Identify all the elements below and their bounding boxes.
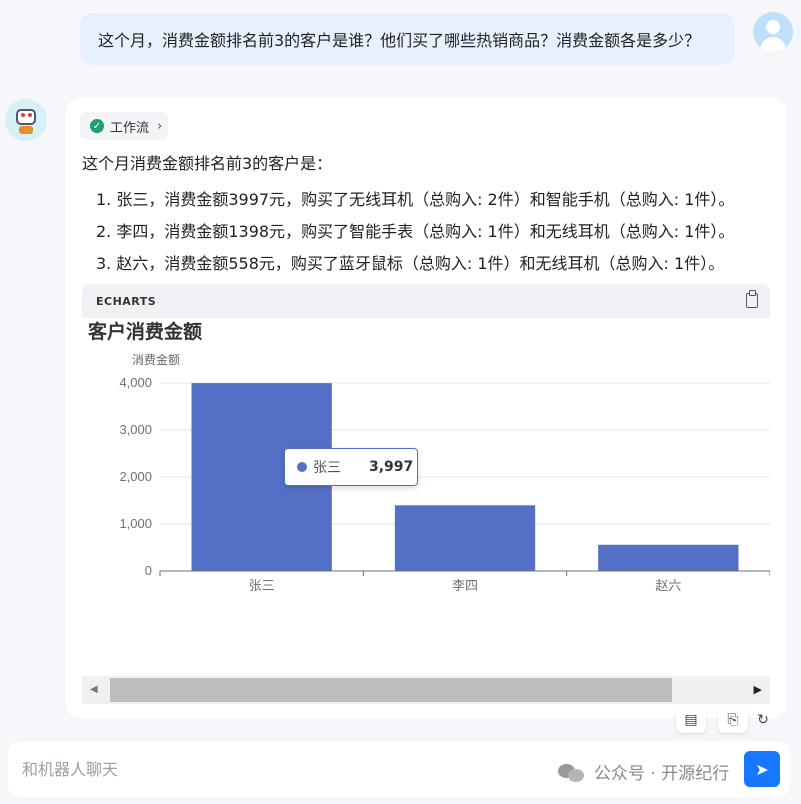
bar-chart: 客户消费金额 消费金额 01,0002,0003,0004,000 张三 李四 赵六	[88, 320, 770, 593]
watermark: 公众号 · 开源纪行	[558, 759, 729, 784]
watermark-text: 公众号 · 开源纪行	[594, 764, 730, 784]
user-message-bubble: 这个月，消费金额排名前3的客户是谁？他们买了哪些热销商品？消费金额各是多少？	[80, 13, 734, 65]
chart-title: 客户消费金额	[88, 320, 202, 343]
bar	[598, 544, 739, 571]
tooltip-value: 3,997	[369, 459, 414, 475]
send-icon: ➤	[755, 759, 769, 779]
chevron-right-icon: ›	[157, 118, 163, 134]
clipboard-icon[interactable]	[746, 290, 758, 308]
y-tick-label: 1,000	[119, 516, 152, 531]
echarts-label: ECHARTS	[96, 294, 157, 308]
bot-message-card: ✓ 工作流 › 这个月消费金额排名前3的客户是： 1. 张三，消费金额3997元…	[66, 98, 786, 718]
horizontal-scrollbar[interactable]: ◀ ▶	[82, 676, 770, 704]
copy-icon[interactable]: ⎘	[718, 707, 748, 733]
list-item: 1. 张三，消费金额3997元，购买了无线耳机（总购入: 2件）和智能手机（总购…	[96, 190, 735, 209]
answer-intro: 这个月消费金额排名前3的客户是：	[82, 154, 333, 173]
user-message-text: 这个月，消费金额排名前3的客户是谁？他们买了哪些热销商品？消费金额各是多少？	[98, 31, 701, 50]
scroll-thumb[interactable]	[110, 678, 672, 702]
scroll-right-icon[interactable]: ▶	[754, 683, 762, 696]
document-icon[interactable]: ▤	[676, 707, 706, 733]
refresh-icon[interactable]: ↻	[748, 707, 778, 733]
chat-input[interactable]	[22, 755, 542, 783]
bar	[394, 505, 536, 571]
chat-input-bar: 公众号 · 开源纪行 ➤	[8, 741, 790, 797]
workflow-toggle[interactable]: ✓ 工作流 ›	[80, 112, 168, 140]
list-item: 3. 赵六，消费金额558元，购买了蓝牙鼠标（总购入: 1件）和无线耳机（总购入…	[96, 254, 725, 273]
list-item: 2. 李四，消费金额1398元，购买了智能手表（总购入: 1件）和无线耳机（总购…	[96, 222, 735, 241]
y-axis-label: 消费金额	[132, 352, 180, 367]
x-tick-label: 李四	[452, 578, 478, 593]
x-tick-label: 赵六	[655, 578, 681, 593]
wechat-icon	[558, 762, 586, 782]
user-avatar	[753, 12, 793, 52]
y-tick-label: 0	[145, 563, 152, 578]
chart-tooltip: 张三 3,997	[284, 448, 418, 486]
echarts-panel: ECHARTS 客户消费金额 消费金额 0 1,000 2,000 3,000 4,00…	[82, 284, 770, 704]
y-tick-label: 4,000	[119, 375, 152, 390]
y-tick-label: 3,000	[119, 422, 152, 437]
workflow-label: 工作流	[110, 120, 150, 136]
scroll-left-icon[interactable]: ◀	[90, 684, 98, 695]
user-message-row: 这个月，消费金额排名前3的客户是谁？他们买了哪些热销商品？消费金额各是多少？	[0, 10, 801, 70]
answer-list: 1. 张三，消费金额3997元，购买了无线耳机（总购入: 2件）和智能手机（总购…	[96, 184, 734, 280]
send-button[interactable]: ➤	[744, 751, 780, 787]
check-circle-icon: ✓	[90, 119, 104, 133]
tooltip-name: 张三	[313, 460, 341, 476]
bot-avatar	[5, 99, 47, 141]
echarts-header: ECHARTS	[82, 284, 770, 318]
y-tick-label: 2,000	[119, 469, 152, 484]
series-dot	[297, 462, 307, 472]
x-tick-label: 张三	[249, 578, 275, 593]
